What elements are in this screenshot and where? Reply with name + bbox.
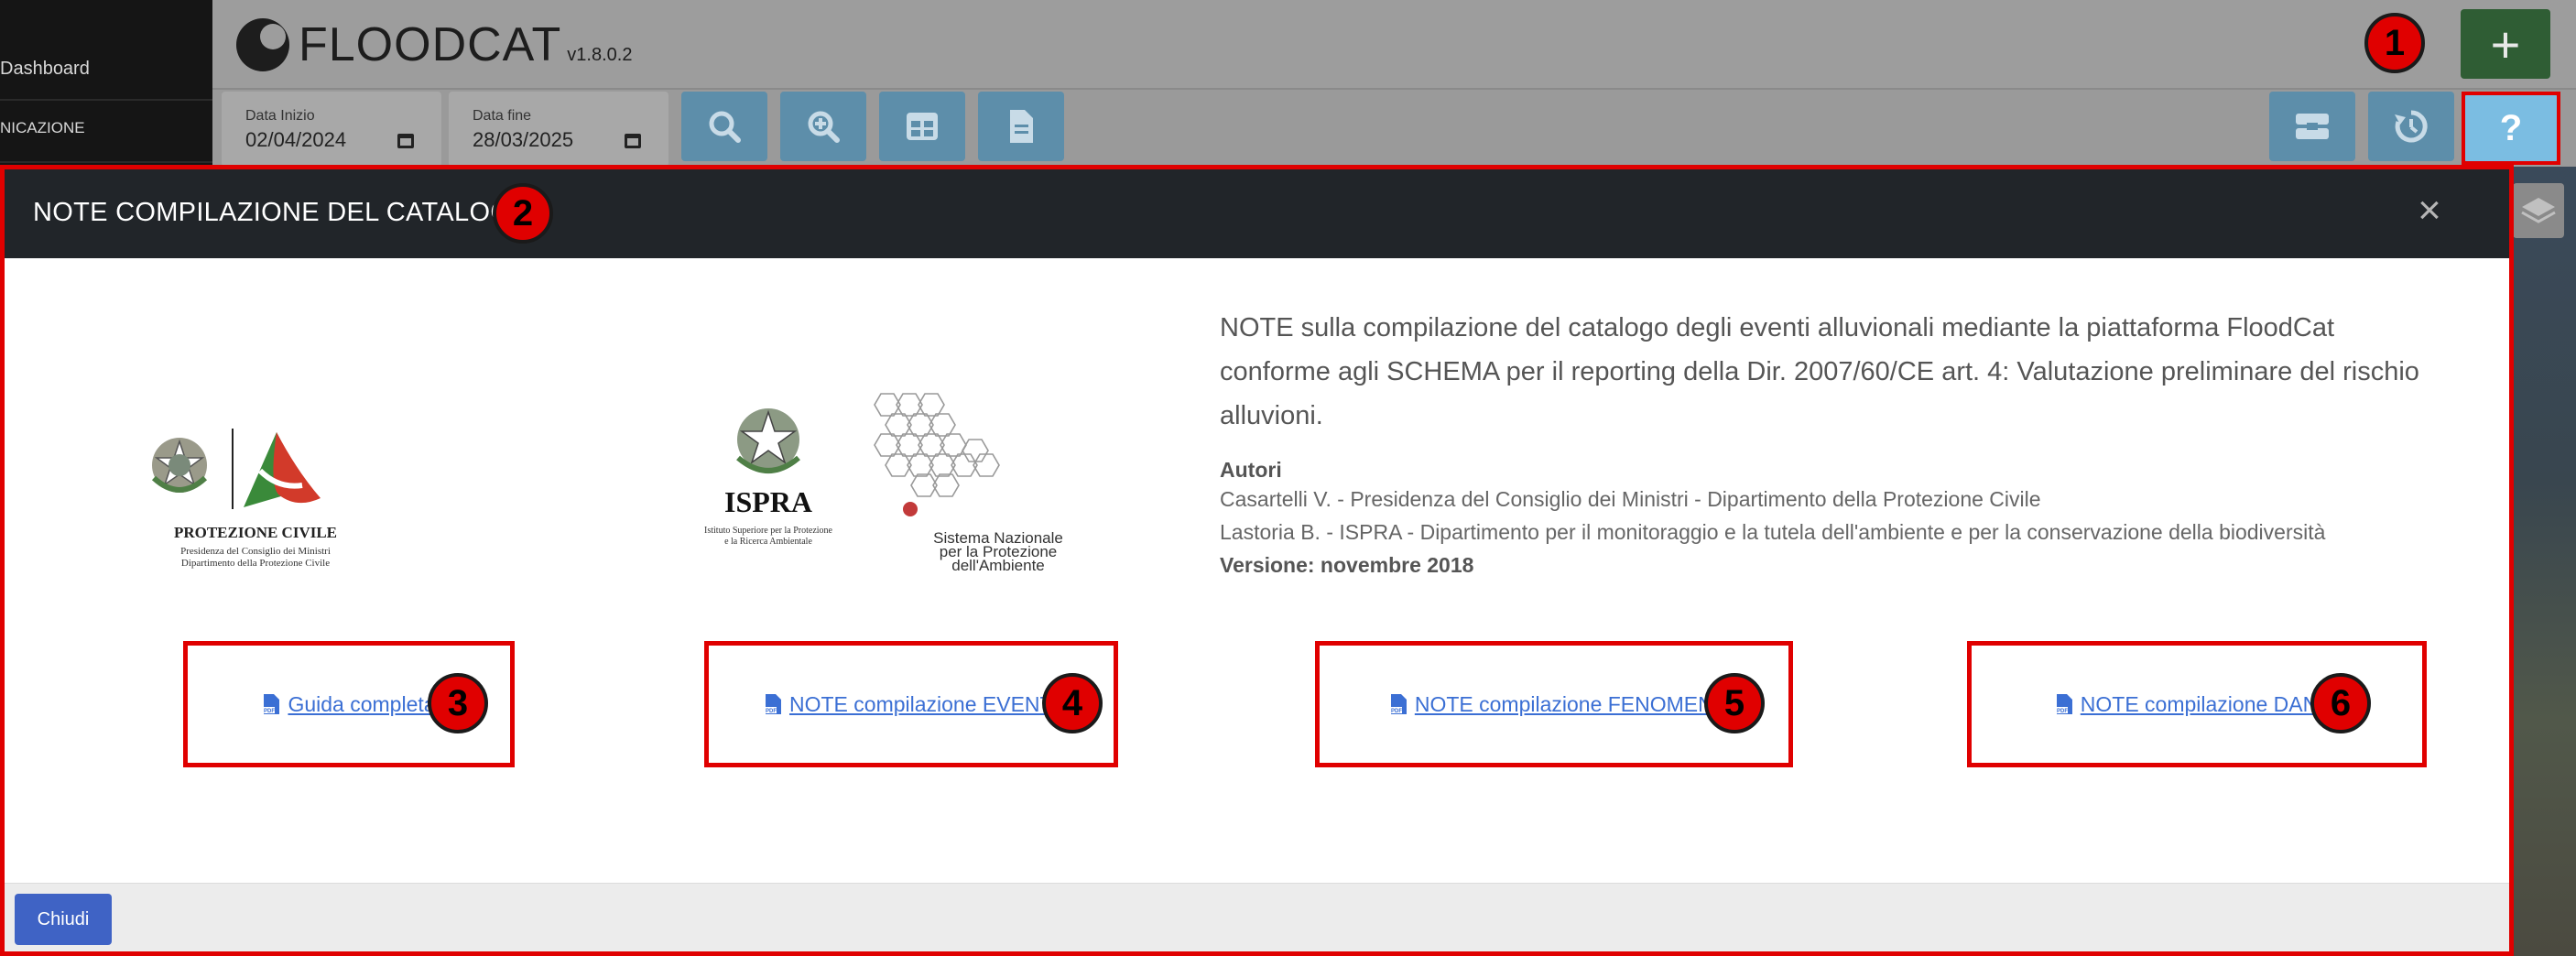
app-version: v1.8.0.2 (567, 45, 633, 65)
sidebar-divider (0, 161, 212, 163)
table-icon (907, 113, 938, 140)
link-guida-completa[interactable]: PDF Guida completa (262, 691, 436, 717)
sidebar-item-label: Dashboard (0, 59, 90, 79)
catalog-description: NOTE sulla compilazione del catalogo deg… (1220, 306, 2447, 581)
date-start-label: Data Inizio (245, 108, 315, 124)
zoom-in-button[interactable] (780, 92, 866, 161)
table-view-button[interactable] (879, 92, 965, 161)
svg-text:PDF: PDF (766, 709, 777, 714)
logo-subtitle-line: Dipartimento della Protezione Civile (180, 558, 331, 569)
logo-title: ISPRA (723, 485, 812, 518)
annotation-marker-3: 3 (428, 673, 488, 733)
link-label: NOTE compilazione DANNI (2080, 691, 2340, 716)
annotation-highlight: PDF NOTE compilazione EVENTI 4 (704, 641, 1118, 767)
pdf-file-icon: PDF (765, 694, 781, 714)
annotation-highlight (2462, 92, 2560, 165)
annotation-number: 1 (2384, 22, 2406, 63)
calendar-icon[interactable] (625, 134, 641, 148)
date-end-field[interactable]: Data fine 28/03/2025 (449, 92, 668, 167)
link-label: NOTE compilazione EVENTI (789, 691, 1059, 716)
annotation-number: 6 (2330, 682, 2352, 723)
authors-heading: Autori (1220, 458, 1282, 482)
annotation-highlight: PDF Guida completa 3 (183, 641, 515, 767)
date-start-field[interactable]: Data Inizio 02/04/2024 (222, 92, 441, 167)
annotation-number: 4 (1061, 682, 1083, 723)
history-icon (2395, 110, 2428, 143)
logo-title-line: dell'Ambiente (951, 557, 1045, 574)
floodcat-logo-icon (236, 18, 289, 71)
author-line: Lastoria B. - ISPRA - Dipartimento per i… (1220, 520, 2326, 544)
annotation-highlight: PDF NOTE compilazione FENOMENI 5 (1315, 641, 1793, 767)
logo-title: PROTEZIONE CIVILE (173, 524, 338, 541)
ispra-emblem-icon (736, 408, 800, 473)
search-icon (709, 111, 741, 143)
sidebar-divider (0, 99, 212, 101)
add-button[interactable]: + (2461, 9, 2550, 79)
calendar-icon[interactable] (397, 134, 414, 148)
protezione-civile-logo: PROTEZIONE CIVILE Presidenza del Consigl… (141, 407, 370, 581)
add-label: + (2490, 15, 2521, 73)
close-button[interactable]: Chiudi (15, 894, 112, 945)
annotation-marker-6: 6 (2310, 673, 2371, 733)
annotation-marker-1: 1 (2364, 13, 2425, 73)
link-note-danni[interactable]: PDF NOTE compilazione DANNI (2055, 692, 2339, 717)
italian-emblem-icon (151, 429, 321, 509)
logo-subtitle-line: Presidenza del Consiglio dei Ministri (180, 546, 331, 557)
modal-footer (4, 883, 2509, 952)
annotation-number: 2 (512, 192, 534, 234)
logo-text: FLOODCAT (299, 18, 562, 71)
search-button[interactable] (681, 92, 767, 161)
snpa-logo: Sistema Nazionale per la Protezione dell… (863, 386, 1082, 588)
link-label: NOTE compilazione FENOMENI (1414, 691, 1720, 716)
logo-subtitle-line: Istituto Superiore per la Protezione (704, 526, 832, 536)
logo-subtitle: Istituto Superiore per la Protezione e l… (681, 526, 855, 548)
document-icon (1010, 110, 1033, 143)
sidebar-item-label: NICAZIONE (0, 119, 85, 136)
snpa-hexagon-icon (874, 393, 1000, 516)
layout-button[interactable] (2269, 92, 2355, 161)
annotation-marker-4: 4 (1042, 673, 1103, 733)
pdf-file-icon: PDF (263, 694, 280, 714)
svg-text:PDF: PDF (264, 709, 275, 714)
help-modal: NOTE COMPILAZIONE DEL CATALOGO 2 × PROTE… (4, 167, 2509, 952)
layers-button[interactable] (2513, 183, 2564, 238)
date-end-label: Data fine (473, 108, 532, 124)
annotation-marker-2: 2 (493, 183, 553, 244)
annotation-number: 5 (1723, 682, 1745, 723)
link-note-fenomeni[interactable]: PDF NOTE compilazione FENOMENI (1389, 692, 1719, 717)
history-button[interactable] (2368, 92, 2454, 161)
link-note-eventi[interactable]: PDF NOTE compilazione EVENTI (764, 692, 1059, 717)
zoom-in-icon (808, 111, 840, 143)
logo-title: Sistema Nazionale per la Protezione dell… (907, 530, 1090, 574)
pdf-file-icon: PDF (1389, 694, 1407, 714)
map-background (2509, 167, 2576, 956)
annotation-highlight: PDF NOTE compilazione DANNI 6 (1967, 641, 2427, 767)
logo-subtitle: Presidenza del Consiglio dei Ministri Di… (141, 546, 370, 570)
description-text: NOTE sulla compilazione del catalogo deg… (1220, 313, 2419, 430)
layers-icon (2521, 198, 2556, 223)
annotation-number: 3 (447, 682, 469, 723)
svg-text:PDF: PDF (2057, 709, 2068, 714)
sidebar-item-dashboard[interactable]: Dashboard (0, 59, 212, 80)
modal-header: NOTE COMPILAZIONE DEL CATALOGO 2 × (4, 167, 2509, 258)
layout-icon (2296, 114, 2329, 139)
app-logo: FLOODCAT v1.8.0.2 (236, 16, 632, 71)
close-icon[interactable]: × (2412, 190, 2447, 231)
link-label: Guida completa (288, 691, 436, 716)
modal-title: NOTE COMPILAZIONE DEL CATALOGO (33, 197, 533, 227)
svg-text:PDF: PDF (1391, 709, 1402, 714)
ispra-logo: ISPRA Istituto Superiore per la Protezio… (681, 388, 855, 581)
sidebar-item-comunicazione[interactable]: NICAZIONE (0, 119, 212, 137)
document-button[interactable] (978, 92, 1064, 161)
version-text: Versione: novembre 2018 (1220, 553, 1474, 577)
annotation-marker-5: 5 (1704, 673, 1765, 733)
author-line: Casartelli V. - Presidenza del Consiglio… (1220, 487, 2041, 511)
pdf-file-icon: PDF (2055, 694, 2072, 714)
logo-subtitle-line: e la Ricerca Ambientale (724, 537, 812, 547)
